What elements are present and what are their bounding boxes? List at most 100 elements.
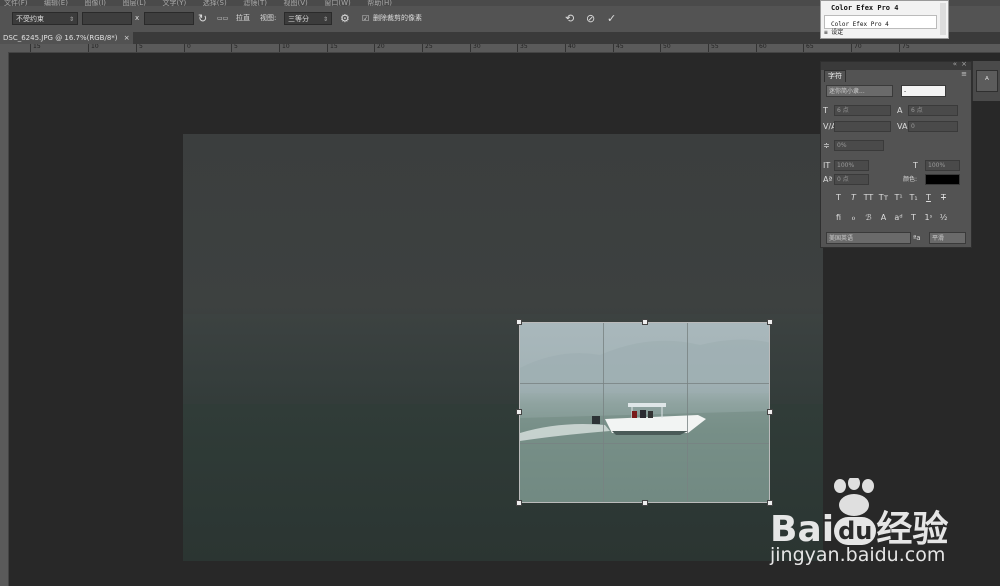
crop-grid-line <box>687 323 688 502</box>
kerning-field[interactable] <box>834 121 891 132</box>
vertical-scale-field[interactable]: 100% <box>834 160 869 171</box>
delete-pixels-checkbox[interactable]: ☑ <box>362 12 369 25</box>
close-icon[interactable]: × <box>124 34 130 42</box>
swap-icon[interactable]: ↻ <box>198 12 207 25</box>
width-field[interactable] <box>82 12 132 25</box>
font-family-select[interactable]: 迷你简小隶... <box>826 85 893 97</box>
baidu-watermark: Bai du 经验 jingyan.baidu.com <box>770 478 1000 583</box>
crop-handle-top[interactable] <box>642 319 648 325</box>
settings-link[interactable]: ≡ 设定 <box>824 27 843 36</box>
constraint-value: 不受约束 <box>16 15 44 23</box>
crop-box[interactable] <box>519 322 770 503</box>
collapse-icon[interactable]: « <box>953 60 957 68</box>
ordinals-icon[interactable]: 1ˢ <box>921 213 936 222</box>
ruler-label: 15 <box>330 44 338 50</box>
faux-italic-icon[interactable]: T <box>846 193 861 202</box>
language-value: 美国英语 <box>829 235 854 242</box>
horizontal-scale-field[interactable]: 100% <box>925 160 960 171</box>
antialias-select[interactable]: 平滑 <box>929 232 966 244</box>
ruler-label: 30 <box>473 44 481 50</box>
tsume-value: 0% <box>837 142 847 149</box>
tracking-field[interactable]: 0 <box>908 121 958 132</box>
panel-header: « × <box>821 60 971 70</box>
color-swatch[interactable] <box>925 174 960 185</box>
crop-handle-bottom-left[interactable] <box>516 500 522 506</box>
ruler-label: 15 <box>33 44 41 50</box>
straighten-label[interactable]: 拉直 <box>236 12 250 25</box>
document-tab[interactable]: DSC_6245.JPG @ 16.7%(RGB/8*) × <box>0 32 133 44</box>
document-tab-label: DSC_6245.JPG @ 16.7%(RGB/8*) <box>3 34 118 42</box>
chevron-down-icon: ⇕ <box>68 16 74 23</box>
horizontal-scale-value: 100% <box>928 162 946 169</box>
tsume-icon: ≑ <box>823 141 830 150</box>
underline-icon[interactable]: T <box>921 193 936 202</box>
crop-handle-bottom[interactable] <box>642 500 648 506</box>
small-caps-icon[interactable]: Tт <box>876 193 891 202</box>
ligature-icon[interactable]: fi <box>831 213 846 222</box>
baseline-shift-icon: Aª <box>823 175 833 184</box>
panel-menu-icon[interactable]: ≡ <box>961 70 967 78</box>
crop-grid-line <box>520 383 769 384</box>
tsume-field[interactable]: 0% <box>834 140 884 151</box>
horizontal-ruler: 15 10 5 0 5 10 15 20 25 30 35 40 45 50 5… <box>8 44 1000 53</box>
strikethrough-icon[interactable]: T <box>936 193 951 202</box>
font-family-value: 迷你简小隶... <box>829 88 865 95</box>
font-size-value: 6 点 <box>837 107 849 114</box>
height-field[interactable] <box>144 12 194 25</box>
language-select[interactable]: 美国英语 <box>826 232 911 244</box>
stylistic-icon[interactable]: ℬ <box>861 213 876 222</box>
view-label: 视图: <box>260 14 277 22</box>
cancel-icon[interactable]: ⊘ <box>586 12 595 25</box>
baseline-shift-field[interactable]: 0 点 <box>834 174 869 185</box>
color-efex-panel: Color Efex Pro 4 Color Efex Pro 4 ≡ 设定 <box>820 0 949 39</box>
ruler-label: 5 <box>139 44 143 50</box>
font-size-field[interactable]: 6 点 <box>834 105 891 116</box>
photo-detail <box>520 339 769 502</box>
all-caps-icon[interactable]: TT <box>861 193 876 202</box>
crop-grid-line <box>520 443 769 444</box>
close-icon[interactable]: × <box>961 60 967 68</box>
settings-icon: ≡ <box>824 29 828 36</box>
view-select[interactable]: 三等分 ⇕ <box>284 12 332 25</box>
ruler-label: 60 <box>759 44 767 50</box>
antialias-value: 平滑 <box>932 235 945 242</box>
commit-check-icon[interactable]: ✓ <box>607 12 616 25</box>
watermark-url: jingyan.baidu.com <box>770 544 946 566</box>
fractions-icon[interactable]: ½ <box>936 213 951 222</box>
ordinal-icon[interactable]: T <box>906 213 921 222</box>
ruler-label: 10 <box>91 44 99 50</box>
ruler-label: 55 <box>711 44 719 50</box>
crop-handle-top-left[interactable] <box>516 319 522 325</box>
titling-icon[interactable]: A <box>876 213 891 222</box>
contextual-icon[interactable]: aᵈ <box>891 213 906 222</box>
opentype-row: fi ℴ ℬ Aaᵈ T 1ˢ ½ <box>831 213 951 222</box>
crop-handle-top-right[interactable] <box>767 319 773 325</box>
character-panel: « × 字符 ≡ 迷你简小隶... - T 6 点 A 6 点 V/A VA 0… <box>820 60 972 248</box>
ruler-label: 70 <box>854 44 862 50</box>
ruler-label: 10 <box>282 44 290 50</box>
swash-icon[interactable]: ℴ <box>846 213 861 222</box>
ruler-label: 5 <box>234 44 238 50</box>
leading-icon: A <box>897 106 903 115</box>
straighten-icon[interactable]: ▭▭ <box>217 12 228 25</box>
faux-bold-icon[interactable]: T <box>831 193 846 202</box>
subscript-icon[interactable]: T₁ <box>906 193 921 202</box>
font-size-icon: T <box>823 106 828 115</box>
leading-field[interactable]: 6 点 <box>908 105 958 116</box>
character-panel-icon[interactable]: ᴬ <box>976 70 998 92</box>
x-label: x <box>135 14 140 22</box>
font-style-select[interactable]: - <box>901 85 946 97</box>
crop-handle-left[interactable] <box>516 409 522 415</box>
crop-handle-right[interactable] <box>767 409 773 415</box>
crop-grid-line <box>603 323 604 502</box>
panel-dock-strip: ᴬ <box>972 61 1000 101</box>
superscript-icon[interactable]: T¹ <box>891 193 906 202</box>
reset-icon[interactable]: ⟲ <box>565 12 574 25</box>
gear-icon[interactable]: ⚙ <box>340 12 350 25</box>
ruler-label: 75 <box>902 44 910 50</box>
tab-character[interactable]: 字符 <box>824 70 846 82</box>
ruler-label: 40 <box>568 44 576 50</box>
efex-scrollbar[interactable] <box>940 3 946 35</box>
constraint-select[interactable]: 不受约束 ⇕ <box>12 12 78 25</box>
ruler-label: 65 <box>806 44 814 50</box>
